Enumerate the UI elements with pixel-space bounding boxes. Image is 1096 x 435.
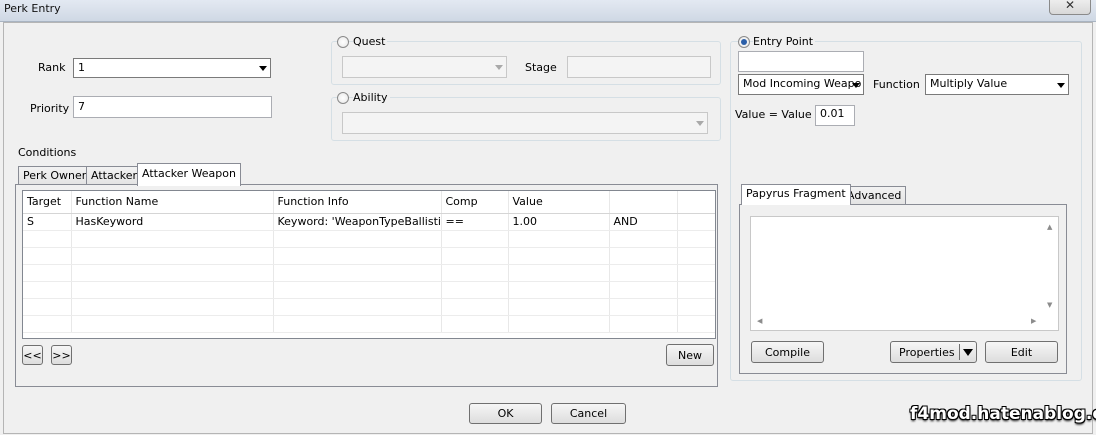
formula-label: Value = Value *: [735, 108, 821, 121]
scroll-right-icon[interactable]: ▶: [1031, 317, 1036, 325]
priority-label: Priority: [30, 102, 70, 115]
title-bar: Perk Entry ✕: [0, 0, 1096, 22]
conditions-table[interactable]: Target Function Name Function Info Comp …: [22, 190, 716, 339]
entry-point-text-field[interactable]: [738, 51, 864, 72]
function-dropdown[interactable]: Multiply Value: [925, 74, 1069, 95]
quest-radio[interactable]: [337, 36, 349, 48]
quest-dropdown[interactable]: [342, 56, 507, 78]
tab-papyrus-fragment[interactable]: Papyrus Fragment: [741, 184, 851, 205]
entry-point-radio-label: Entry Point: [753, 35, 816, 48]
ability-radio-label: Ability: [353, 91, 390, 104]
entry-point-value: Mod Incoming Weapo: [743, 77, 862, 90]
chevron-down-icon: [259, 66, 267, 71]
tab-perk-owner[interactable]: Perk Owner: [18, 166, 92, 185]
column-header[interactable]: [677, 191, 715, 214]
rank-dropdown[interactable]: 1: [73, 58, 271, 78]
priority-value: 7: [78, 100, 85, 113]
chevron-down-icon[interactable]: [963, 349, 973, 356]
tab-label: Attacker: [91, 169, 138, 182]
scroll-left-icon[interactable]: ◀: [757, 317, 762, 325]
tab-label: Perk Owner: [23, 169, 87, 182]
tab-attacker[interactable]: Attacker: [86, 166, 143, 185]
scroll-down-icon[interactable]: ▼: [1047, 301, 1052, 309]
tab-label: Advanced: [847, 189, 902, 202]
new-condition-button[interactable]: New: [666, 344, 714, 366]
empty-row: [23, 264, 715, 282]
properties-button[interactable]: Properties: [890, 341, 977, 363]
entry-point-dropdown[interactable]: Mod Incoming Weapo: [738, 74, 864, 95]
column-header[interactable]: Comp: [441, 191, 509, 214]
ok-button[interactable]: OK: [469, 403, 542, 424]
tab-label: Attacker Weapon: [142, 167, 236, 180]
chevron-down-icon: [1057, 82, 1065, 88]
function-value: Multiply Value: [930, 77, 1008, 90]
empty-row: [23, 298, 715, 316]
scroll-up-icon[interactable]: ▲: [1047, 223, 1052, 231]
next-condition-button[interactable]: >>: [51, 345, 72, 365]
chevron-down-icon: [495, 65, 503, 70]
tab-advanced[interactable]: Advanced: [842, 186, 907, 205]
multiplier-value: 0.01: [820, 107, 845, 120]
table-cell: 1.00: [508, 213, 610, 231]
column-header[interactable]: Target: [23, 191, 72, 214]
close-button[interactable]: ✕: [1049, 0, 1091, 15]
close-icon: ✕: [1064, 0, 1076, 12]
tab-label: Papyrus Fragment: [746, 187, 846, 200]
quest-radio-label: Quest: [353, 35, 388, 48]
empty-row: [23, 247, 715, 265]
split-divider: [959, 344, 960, 360]
table-cell: S: [23, 213, 72, 231]
empty-row: [23, 281, 715, 299]
window-title: Perk Entry: [4, 2, 61, 15]
ability-dropdown[interactable]: [342, 112, 708, 134]
table-row[interactable]: S HasKeyword Keyword: 'WeaponTypeBallist…: [23, 213, 715, 231]
stage-field[interactable]: [567, 56, 711, 78]
table-cell: HasKeyword: [71, 213, 274, 231]
column-header[interactable]: Function Name: [71, 191, 274, 214]
conditions-label: Conditions: [18, 146, 77, 159]
table-header-row: Target Function Name Function Info Comp …: [23, 191, 715, 214]
edit-button[interactable]: Edit: [985, 341, 1058, 363]
rank-value: 1: [78, 61, 85, 74]
chevron-down-icon: [852, 82, 860, 88]
priority-field[interactable]: 7: [73, 96, 272, 118]
entry-point-radio[interactable]: [738, 36, 750, 48]
compile-button[interactable]: Compile: [751, 341, 824, 363]
tab-attacker-weapon[interactable]: Attacker Weapon: [137, 163, 241, 186]
fragment-text-area[interactable]: ▲ ▼ ◀ ▶: [750, 216, 1059, 331]
rank-label: Rank: [38, 61, 66, 74]
chevron-down-icon: [696, 121, 704, 126]
prev-condition-button[interactable]: <<: [22, 345, 43, 365]
table-cell: ==: [441, 213, 509, 231]
ability-radio[interactable]: [337, 92, 349, 104]
table-cell: AND: [609, 213, 678, 231]
column-header[interactable]: Value: [508, 191, 610, 214]
watermark: f4mod.hatenablog.com: [910, 404, 1096, 424]
stage-label: Stage: [525, 61, 557, 74]
table-cell: [677, 213, 715, 231]
cancel-button[interactable]: Cancel: [551, 403, 626, 424]
column-header[interactable]: Function Info: [273, 191, 442, 214]
properties-label: Properties: [899, 345, 955, 359]
column-header[interactable]: [609, 191, 678, 214]
table-cell: Keyword: 'WeaponTypeBallistic': [273, 213, 442, 231]
empty-row: [23, 315, 715, 333]
multiplier-field[interactable]: 0.01: [815, 105, 855, 126]
empty-row: [23, 230, 715, 248]
function-label: Function: [873, 78, 920, 91]
